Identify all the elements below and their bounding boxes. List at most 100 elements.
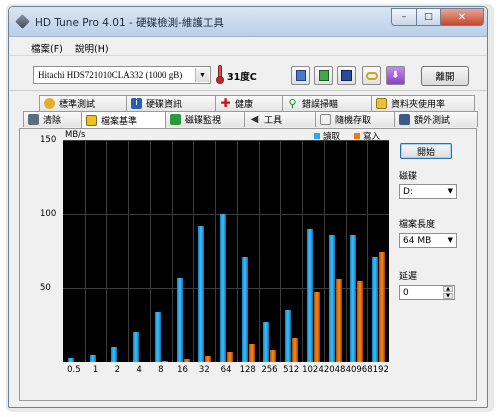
bar-read-0.5 bbox=[67, 357, 74, 362]
tab-label: 錯誤掃瞄 bbox=[302, 100, 339, 110]
x-tick-label: 8192 bbox=[367, 365, 389, 375]
drive-selector[interactable]: Hitachi HDS721010CLA332 (1000 gB) ▼ bbox=[33, 66, 211, 84]
extra-tests-icon bbox=[399, 114, 410, 125]
tab-benchmark[interactable]: 標準測試 bbox=[39, 95, 127, 111]
bar-read-64 bbox=[220, 214, 226, 362]
tab-label: 清除 bbox=[43, 116, 62, 126]
bar-read-2048 bbox=[328, 234, 335, 362]
tab-disk-monitor[interactable]: 磁碟監視 bbox=[165, 111, 245, 127]
legend-swatch-write bbox=[354, 133, 360, 139]
tab-label: 隨機存取 bbox=[335, 116, 372, 126]
window-title: HD Tune Pro 4.01 - 硬碟檢測-維護工具 bbox=[35, 17, 224, 29]
speaker-icon: ◀ bbox=[250, 114, 259, 125]
grid-line-vertical bbox=[149, 140, 151, 362]
exit-button[interactable]: 離開 bbox=[421, 66, 469, 86]
start-button[interactable]: 開始 bbox=[400, 143, 452, 159]
chevron-down-icon: ▼ bbox=[447, 236, 453, 244]
chevron-down-icon[interactable]: ▼ bbox=[195, 68, 209, 82]
folder-icon bbox=[376, 98, 387, 109]
delay-spinner[interactable]: 0 ▲ ▼ bbox=[399, 285, 455, 300]
tab-random-access[interactable]: 隨機存取 bbox=[315, 111, 395, 127]
bar-write-256 bbox=[270, 350, 277, 362]
tab-error-scan[interactable]: ⚲ 錯誤掃瞄 bbox=[282, 95, 372, 111]
grid-line-vertical bbox=[302, 140, 304, 362]
y-tick-label: 100 bbox=[40, 209, 57, 219]
tab-label: 磁碟監視 bbox=[185, 116, 222, 126]
copy-image-icon bbox=[318, 70, 329, 81]
drive-label: 磁碟 bbox=[399, 172, 418, 182]
health-cross-icon: ✚ bbox=[220, 96, 231, 110]
spin-down-icon[interactable]: ▼ bbox=[443, 293, 453, 299]
tab-erase[interactable]: 清除 bbox=[23, 111, 82, 127]
drive-selector-value: Hitachi HDS721010CLA332 (1000 gB) bbox=[38, 70, 183, 80]
grid-line-horizontal bbox=[63, 140, 389, 141]
grid-line-vertical bbox=[215, 140, 217, 362]
options-button[interactable] bbox=[362, 66, 381, 85]
grid-line-vertical bbox=[323, 140, 325, 362]
grid-line-horizontal bbox=[63, 214, 389, 215]
tab-label: 工具 bbox=[264, 116, 283, 126]
tab-extra-tests[interactable]: 額外測試 bbox=[394, 111, 478, 127]
copy-text-icon bbox=[295, 70, 306, 81]
download-button[interactable]: ⬇ bbox=[386, 66, 405, 85]
file-length-value: 64 MB bbox=[403, 236, 432, 246]
file-length-dropdown[interactable]: 64 MB ▼ bbox=[399, 233, 457, 248]
tab-label: 硬碟資訊 bbox=[146, 100, 183, 110]
tab-file-benchmark[interactable]: 檔案基準 bbox=[81, 111, 166, 128]
copy-screenshot-button[interactable] bbox=[314, 66, 333, 85]
grid-line-vertical bbox=[106, 140, 108, 362]
title-bar[interactable]: HD Tune Pro 4.01 - 硬碟檢測-維護工具 – □ ✕ bbox=[9, 7, 487, 37]
grid-line-vertical bbox=[236, 140, 238, 362]
spin-up-icon[interactable]: ▲ bbox=[443, 286, 453, 292]
benchmark-chart bbox=[63, 140, 389, 362]
drive-dropdown-value: D: bbox=[403, 187, 413, 197]
tab-label: 資料夾使用率 bbox=[391, 100, 446, 110]
chevron-down-icon: ▼ bbox=[447, 187, 453, 195]
grid-line-vertical bbox=[128, 140, 130, 362]
bar-read-4 bbox=[133, 332, 140, 362]
info-icon: i bbox=[131, 98, 142, 109]
bar-write-128 bbox=[248, 344, 255, 362]
app-diamond-icon bbox=[15, 14, 30, 29]
random-access-icon bbox=[320, 114, 331, 125]
menu-help[interactable]: 說明(H) bbox=[75, 41, 109, 55]
delay-label: 延遲 bbox=[399, 272, 418, 282]
bar-read-512 bbox=[285, 310, 292, 362]
tab-tools[interactable]: ◀ 工具 bbox=[244, 111, 316, 127]
toolbar: Hitachi HDS721010CLA332 (1000 gB) ▼ 31度C… bbox=[9, 57, 487, 91]
bar-read-1 bbox=[89, 354, 96, 362]
tab-folder-usage[interactable]: 資料夾使用率 bbox=[371, 95, 475, 111]
monitor-chart-icon bbox=[170, 114, 181, 125]
bar-write-8192 bbox=[379, 252, 386, 362]
app-window: HD Tune Pro 4.01 - 硬碟檢測-維護工具 – □ ✕ 檔案(F)… bbox=[8, 6, 488, 408]
trash-icon bbox=[28, 114, 39, 125]
drive-dropdown[interactable]: D: ▼ bbox=[399, 184, 457, 199]
file-benchmark-icon bbox=[86, 114, 97, 126]
floppy-disk-icon bbox=[341, 70, 352, 81]
thermometer-icon bbox=[216, 65, 224, 84]
save-button[interactable] bbox=[337, 66, 356, 85]
tabs-row-top: 標準測試 i 硬碟資訊 ✚ 健康 ⚲ 錯誤掃瞄 資料夾使用率 bbox=[39, 95, 479, 111]
maximize-button[interactable]: □ bbox=[416, 8, 441, 26]
bar-read-1024 bbox=[306, 228, 313, 362]
tab-health[interactable]: ✚ 健康 bbox=[215, 95, 283, 111]
grid-line-vertical bbox=[171, 140, 173, 362]
menu-bar: 檔案(F) 說明(H) bbox=[9, 38, 487, 56]
menu-file[interactable]: 檔案(F) bbox=[31, 41, 63, 55]
y-tick-label: 50 bbox=[40, 283, 51, 293]
close-button[interactable]: ✕ bbox=[440, 8, 484, 26]
tab-info[interactable]: i 硬碟資訊 bbox=[126, 95, 216, 111]
grid-line-vertical bbox=[367, 140, 369, 362]
bar-write-64 bbox=[227, 351, 233, 362]
bar-read-256 bbox=[263, 322, 270, 362]
magnifier-icon: ⚲ bbox=[288, 97, 297, 110]
tabs-row-bottom: 清除 檔案基準 磁碟監視 ◀ 工具 隨機存取 額外測試 bbox=[23, 111, 479, 128]
file-length-label: 檔案長度 bbox=[399, 220, 436, 230]
copy-text-button[interactable] bbox=[291, 66, 310, 85]
minimize-button[interactable]: – bbox=[391, 8, 417, 26]
bar-read-4096 bbox=[350, 234, 357, 362]
bar-write-512 bbox=[292, 338, 299, 362]
file-benchmark-panel: MB/s 讀取 寫入 開始 磁碟 D: ▼ 檔案長度 64 MB ▼ 延遲 0 … bbox=[19, 128, 477, 401]
bar-read-8192 bbox=[372, 256, 379, 362]
tab-label: 標準測試 bbox=[59, 100, 96, 110]
